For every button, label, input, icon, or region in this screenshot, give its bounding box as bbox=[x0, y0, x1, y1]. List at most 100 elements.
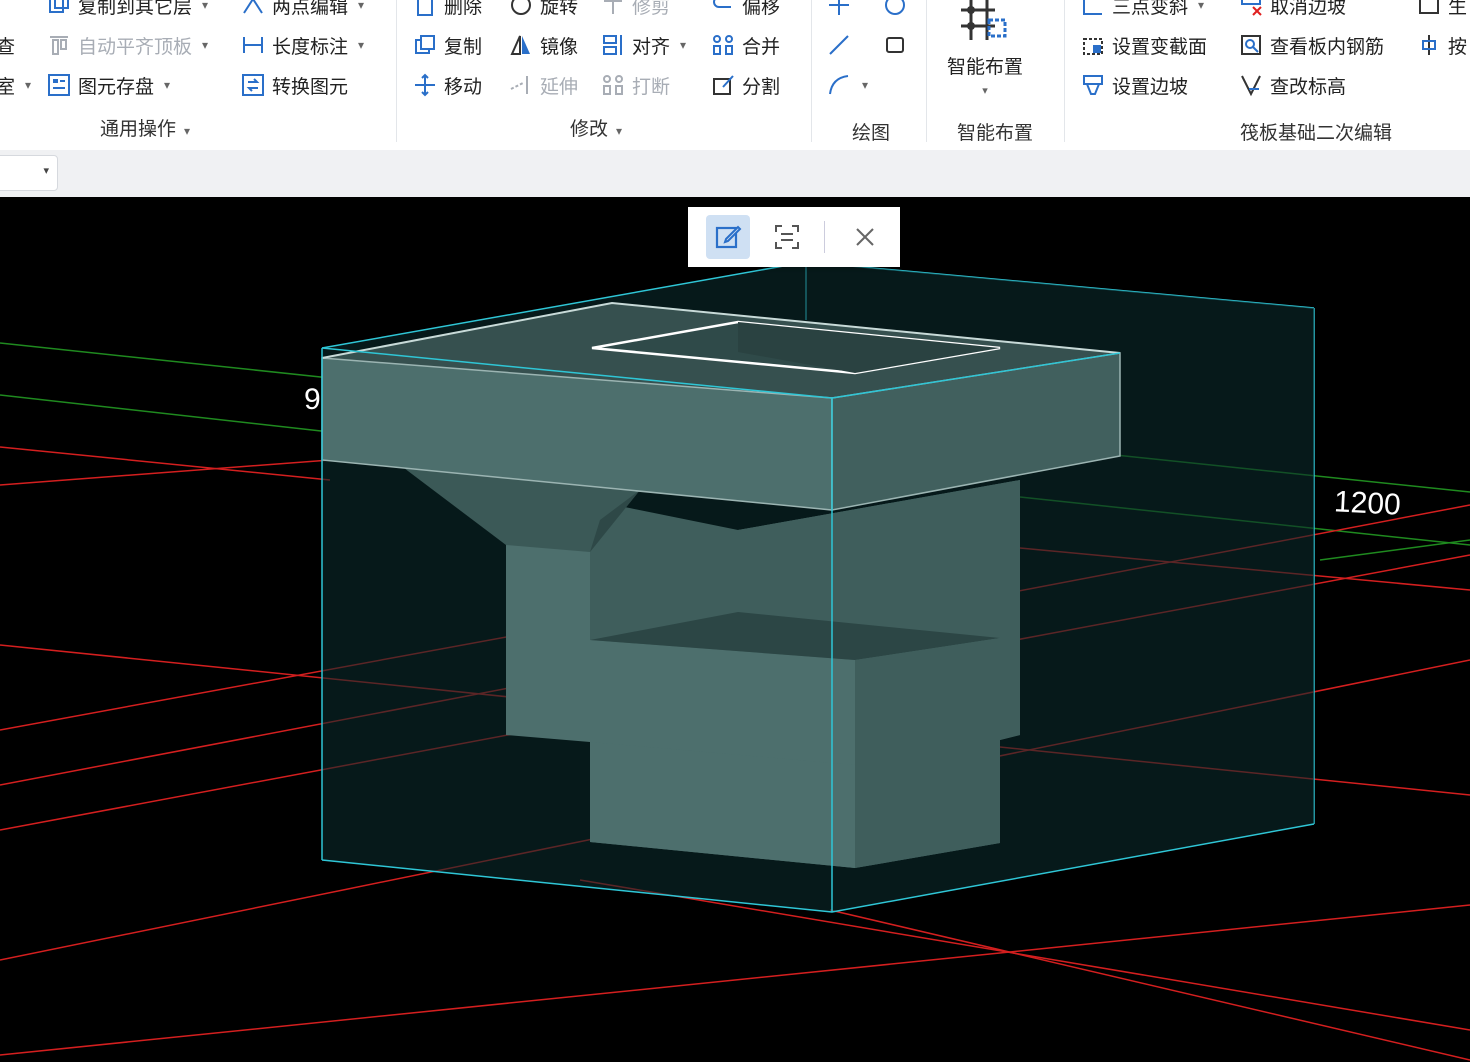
chevron-down-icon: ▾ bbox=[616, 124, 623, 138]
move-button[interactable]: 移动 bbox=[412, 70, 482, 100]
split-label: 分割 bbox=[742, 75, 781, 98]
floating-toolbar bbox=[688, 207, 900, 267]
offset-label: 偏移 bbox=[742, 0, 781, 18]
chevron-down-icon: ▾ bbox=[43, 164, 49, 177]
rotate-icon bbox=[508, 0, 534, 18]
viewport-canvas[interactable] bbox=[0, 197, 1470, 1062]
chevron-down-icon: ▾ bbox=[25, 78, 32, 92]
generate-label: 生 bbox=[1448, 0, 1468, 18]
draw-point-button[interactable] bbox=[826, 0, 852, 20]
merge-button[interactable]: 合并 bbox=[710, 30, 780, 60]
copy-to-layer-label: 复制到其它层 bbox=[78, 0, 193, 18]
length-dim-label: 长度标注 bbox=[272, 35, 349, 58]
generate-button[interactable]: 生 bbox=[1416, 0, 1467, 20]
group-separator bbox=[1064, 0, 1065, 142]
align-icon bbox=[600, 32, 626, 58]
convert-icon bbox=[240, 72, 266, 98]
split-icon bbox=[710, 72, 736, 98]
edge-slope-icon bbox=[1080, 72, 1106, 98]
two-point-edit-label: 两点编辑 bbox=[272, 0, 349, 18]
smart-layout-icon bbox=[961, 0, 1007, 40]
offset-button[interactable]: 偏移 bbox=[710, 0, 780, 20]
two-point-icon bbox=[240, 0, 266, 18]
by-label: 按 bbox=[1448, 35, 1468, 58]
view-slab-rebar-button[interactable]: 查看板内钢筋 bbox=[1238, 30, 1384, 60]
group-label-raft: 筏板基础二次编辑 bbox=[1240, 122, 1393, 144]
delete-button[interactable]: 删除 bbox=[412, 0, 482, 20]
convert-element-button[interactable]: 转换图元 bbox=[240, 70, 348, 100]
set-variable-section-button[interactable]: 设置变截面 bbox=[1080, 30, 1207, 60]
extend-label: 延伸 bbox=[540, 75, 579, 98]
set-edge-slope-label: 设置边坡 bbox=[1112, 75, 1189, 98]
mirror-button[interactable]: 镜像 bbox=[508, 30, 578, 60]
trim-label: 修剪 bbox=[632, 0, 671, 18]
scan-icon bbox=[775, 225, 799, 249]
save-element-label: 图元存盘 bbox=[78, 75, 155, 98]
extend-button[interactable]: 延伸 bbox=[508, 70, 578, 100]
close-button[interactable] bbox=[843, 215, 887, 259]
group-label-modify[interactable]: 修改 ▾ bbox=[570, 114, 622, 141]
ribbon: 查 室 ▾ 复制到其它层 ▾ 自动平齐顶板 ▾ 图元存盘 ▾ 两点编辑 ▾ 长度标注 ▾ 转… bbox=[0, 0, 1470, 151]
copy-icon bbox=[412, 32, 438, 58]
check-elevation-label: 查改标高 bbox=[1270, 75, 1347, 98]
move-label: 移动 bbox=[444, 75, 483, 98]
partial-label: 查 bbox=[0, 35, 16, 58]
layer-combo[interactable]: ▾ bbox=[0, 155, 58, 191]
chevron-down-icon: ▾ bbox=[862, 78, 869, 92]
set-edge-slope-button[interactable]: 设置边坡 bbox=[1080, 70, 1188, 100]
partial-label: 室 bbox=[0, 75, 16, 98]
three-point-slope-button[interactable]: 三点变斜 ▾ bbox=[1080, 0, 1204, 20]
draw-arc-button[interactable]: ▾ bbox=[826, 70, 868, 100]
variable-section-icon bbox=[1080, 32, 1106, 58]
align-button[interactable]: 对齐 ▾ bbox=[600, 30, 686, 60]
auto-align-top-button[interactable]: 自动平齐顶板 ▾ bbox=[46, 30, 208, 60]
close-icon bbox=[856, 228, 874, 246]
elevation-icon bbox=[1238, 72, 1264, 98]
draw-circle-button[interactable] bbox=[882, 0, 908, 20]
partial-item-check[interactable]: 查 bbox=[0, 30, 15, 60]
circle-icon bbox=[882, 0, 908, 18]
length-dim-button[interactable]: 长度标注 ▾ bbox=[240, 30, 364, 60]
copy-to-layer-button[interactable]: 复制到其它层 ▾ bbox=[46, 0, 208, 20]
merge-label: 合并 bbox=[742, 35, 781, 58]
copy-button[interactable]: 复制 bbox=[412, 30, 482, 60]
toolbar-separator bbox=[824, 221, 825, 253]
3d-viewport[interactable]: 9 1200 bbox=[0, 197, 1470, 1062]
draw-rect-button[interactable] bbox=[882, 30, 908, 60]
delete-label: 删除 bbox=[444, 0, 483, 18]
by-button[interactable]: 按 bbox=[1416, 30, 1467, 60]
edit-button[interactable] bbox=[706, 215, 750, 259]
mirror-icon bbox=[508, 32, 534, 58]
offset-icon bbox=[710, 0, 736, 18]
dimension-label-right: 1200 bbox=[1333, 485, 1402, 522]
chevron-down-icon: ▾ bbox=[680, 38, 687, 52]
merge-icon bbox=[710, 32, 736, 58]
rectangle-icon bbox=[882, 32, 908, 58]
point-icon bbox=[826, 0, 852, 18]
convert-element-label: 转换图元 bbox=[272, 75, 349, 98]
group-label-smart: 智能布置 bbox=[957, 122, 1034, 144]
two-point-edit-button[interactable]: 两点编辑 ▾ bbox=[240, 0, 364, 20]
view-rebar-icon bbox=[1238, 32, 1264, 58]
break-icon bbox=[600, 72, 626, 98]
toolbar-strip bbox=[0, 150, 1470, 197]
partial-item-room[interactable]: 室 ▾ bbox=[0, 70, 31, 100]
break-button[interactable]: 打断 bbox=[600, 70, 670, 100]
cancel-edge-slope-button[interactable]: 取消边坡 bbox=[1238, 0, 1346, 20]
rotate-button[interactable]: 旋转 bbox=[508, 0, 578, 20]
chevron-down-icon: ▾ bbox=[202, 38, 209, 52]
smart-layout-label: 智能布置 bbox=[946, 56, 1023, 78]
group-label-general[interactable]: 通用操作 ▾ bbox=[100, 114, 190, 141]
align-top-icon bbox=[46, 32, 72, 58]
cancel-slope-icon bbox=[1238, 0, 1264, 18]
smart-layout-button[interactable]: 智能布置 ▾ bbox=[930, 0, 1040, 110]
trim-button[interactable]: 修剪 bbox=[600, 0, 670, 20]
draw-line-button[interactable] bbox=[826, 30, 852, 60]
group-separator bbox=[396, 0, 397, 142]
check-elevation-button[interactable]: 查改标高 bbox=[1238, 70, 1346, 100]
save-element-button[interactable]: 图元存盘 ▾ bbox=[46, 70, 170, 100]
split-button[interactable]: 分割 bbox=[710, 70, 780, 100]
chevron-down-icon: ▾ bbox=[358, 38, 365, 52]
generate-icon bbox=[1416, 0, 1442, 18]
scan-button[interactable] bbox=[765, 215, 809, 259]
